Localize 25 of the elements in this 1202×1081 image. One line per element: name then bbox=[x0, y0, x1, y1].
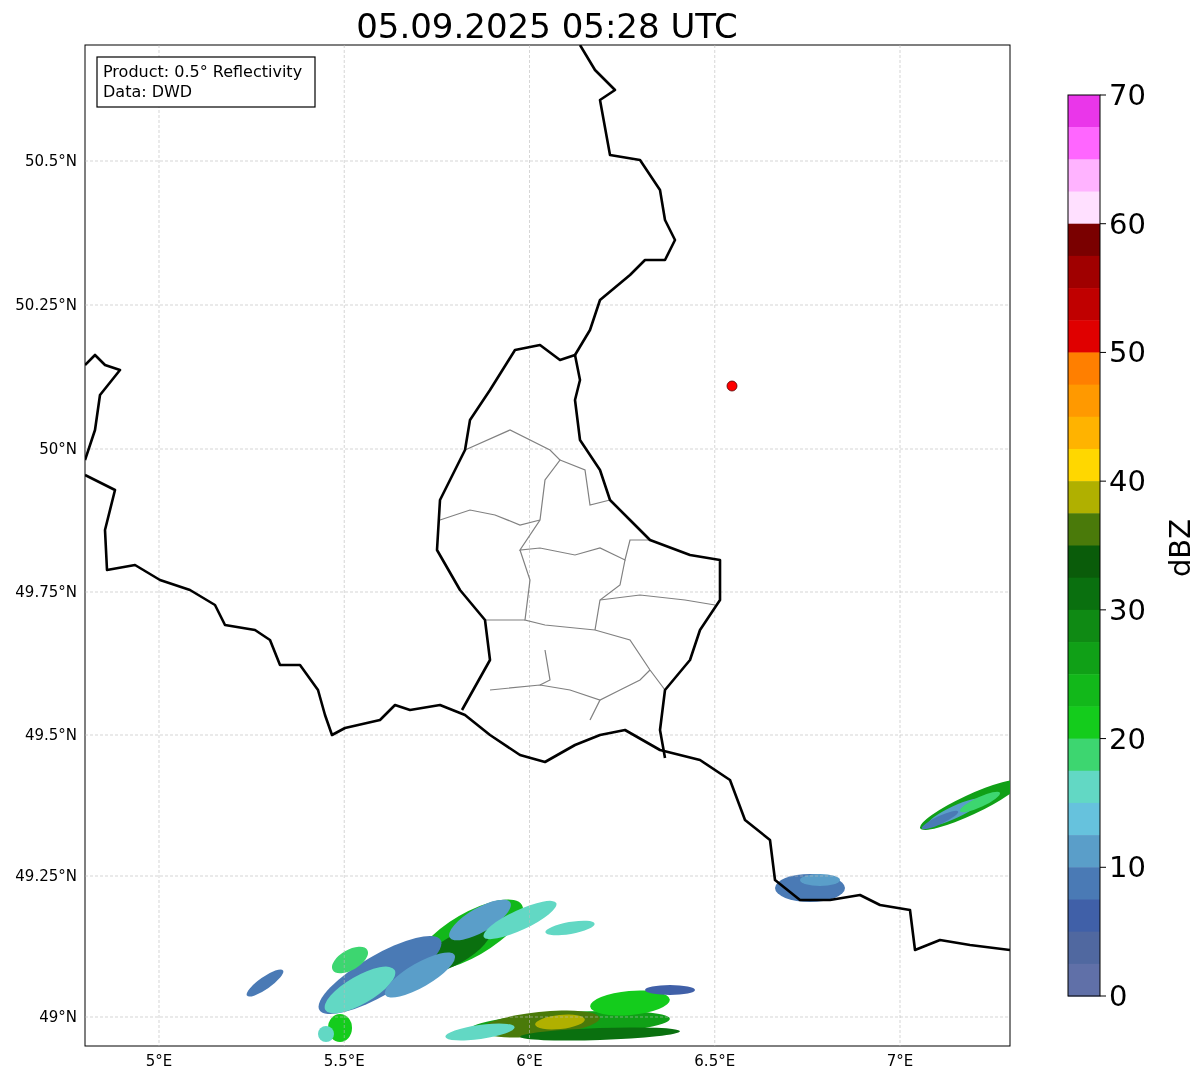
info-text: Product: 0.5° Reflectivity bbox=[103, 62, 303, 81]
axis-tick-label: 49.25°N bbox=[15, 867, 77, 885]
axis-tick-label: 49°N bbox=[39, 1008, 77, 1026]
axis-tick-label: 49.75°N bbox=[15, 583, 77, 601]
axis-tick-label: 6.5°E bbox=[694, 1052, 736, 1070]
colorbar-tick-label: 30 bbox=[1109, 592, 1146, 627]
colorbar-tick-label: 70 bbox=[1109, 78, 1146, 112]
colorbar-tick-label: 50 bbox=[1109, 335, 1146, 370]
axis-tick-label: 6°E bbox=[516, 1052, 543, 1070]
colorbar-tick-label: 40 bbox=[1109, 464, 1146, 499]
info-text: Data: DWD bbox=[103, 82, 193, 101]
colorbar-tick-label: 20 bbox=[1109, 721, 1146, 756]
axis-tick-label: 49.5°N bbox=[24, 726, 77, 744]
colorbar-label: dBZ bbox=[1163, 518, 1197, 578]
colorbar-tick-label: 60 bbox=[1109, 206, 1146, 241]
axis-tick-label: 7°E bbox=[886, 1052, 914, 1070]
axis-tick-label: 50.5°N bbox=[24, 152, 77, 170]
axis-tick-label: 50.25°N bbox=[15, 296, 77, 314]
colorbar-tick-label: 10 bbox=[1109, 850, 1146, 885]
chart-title: 05.09.2025 05:28 UTC bbox=[356, 6, 738, 46]
colorbar-tick-label: 0 bbox=[1109, 979, 1128, 1013]
axis-tick-label: 50°N bbox=[39, 440, 77, 458]
axis-tick-label: 5°E bbox=[145, 1052, 173, 1070]
radar-site-marker-icon bbox=[726, 380, 738, 392]
axis-tick-label: 5.5°E bbox=[323, 1052, 365, 1070]
